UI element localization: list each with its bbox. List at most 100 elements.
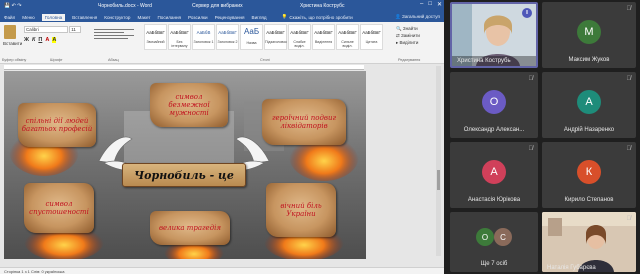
participant-name: Наталія Губарєва (547, 265, 596, 271)
tab-home[interactable]: Головна (41, 13, 66, 21)
status-bar: Сторінка 1 з 1 Слів: 0 українська (0, 267, 444, 274)
tab-mailings[interactable]: Розсилки (188, 15, 208, 20)
ribbon-home: Вставити Calibri 11 Ж К П A A АаБбВвГ Зв… (0, 22, 444, 64)
bold-button[interactable]: Ж (24, 37, 29, 43)
mic-off-icon: 🎙̸ (528, 76, 534, 82)
editing-group: 🔍 Знайти ⇄ Замінити ▸ Виділити (396, 25, 420, 46)
mic-off-icon: 🎙̸ (528, 146, 534, 152)
participant-name: Максим Жуков (568, 57, 610, 63)
tell-me-label: Скажіть, що потрібно зробити (289, 14, 353, 20)
document-page[interactable]: спільні дії людей багатьох професій симво… (4, 71, 366, 259)
tab-review[interactable]: Рецензування (215, 15, 245, 20)
font-color-button[interactable]: A (45, 37, 49, 43)
tab-view[interactable]: Вигляд (252, 15, 267, 20)
style-heading-1[interactable]: АаБбВ Заголовок 1 (192, 24, 215, 50)
highlight-button[interactable]: A (52, 37, 57, 43)
screen: 💾 ↶ ↷ Чорнобиль.docx - Word Сервер для в… (0, 0, 640, 274)
more-participants-label: Ще 7 осіб (480, 261, 508, 267)
participant-name: Кирило Степанов (564, 197, 614, 203)
tab-references[interactable]: Посилання (158, 15, 182, 20)
participant-tile-maksym[interactable]: 🎙̸ М Максим Жуков (542, 2, 636, 68)
tell-me-search[interactable]: 💡 Скажіть, що потрібно зробити (282, 14, 353, 20)
avatar: О (476, 228, 494, 246)
style-no-spacing[interactable]: АаБбВвГ Без інтервалу (168, 24, 191, 50)
participant-tile-anastasiia[interactable]: 🎙̸ А Анастасія Юрікова (450, 142, 538, 208)
style-heading-2[interactable]: АаБбВвГ Заголовок 2 (216, 24, 239, 50)
scroll-eternal-pain: вічний біль України (266, 183, 336, 237)
mic-off-icon: 🎙̸ (626, 76, 632, 82)
avatar: А (577, 90, 601, 114)
participant-video (542, 212, 636, 272)
mic-off-icon: 🎙̸ (626, 146, 632, 152)
font-size-select[interactable]: 11 (69, 26, 82, 33)
participant-name: Христина Кострубь (452, 56, 536, 66)
italic-button[interactable]: К (32, 37, 35, 43)
document-area: спільні дії людей багатьох професій симво… (0, 64, 444, 274)
vertical-scrollbar[interactable] (436, 66, 441, 256)
select-button[interactable]: ▸ Виділити (396, 39, 420, 46)
user-name[interactable]: Христина Кострубс (300, 3, 345, 9)
scroll-liquidators: героїчний подвиг ліквідаторів (262, 99, 346, 145)
find-button[interactable]: 🔍 Знайти (396, 25, 420, 32)
lightbulb-icon: 💡 (281, 14, 288, 19)
ribbon-tabs: Файл Меню Головна Вставлення Конструктор… (0, 12, 444, 22)
scroll-joint-efforts: спільні дії людей багатьох професій (18, 103, 96, 147)
replace-button[interactable]: ⇄ Замінити (396, 32, 420, 39)
style-emphasis[interactable]: АаБбВвГ Виділення (312, 24, 335, 50)
title-banner: Чорнобиль - це (122, 163, 246, 187)
title-center-label: Сервер для вибраних (192, 3, 243, 9)
participants-grid: II Христина Кострубь 🎙̸ М Максим Жуков 🎙… (446, 0, 640, 274)
style-intense-emphasis[interactable]: АаБбВвГ Сильне виділ. (336, 24, 359, 50)
style-title[interactable]: АаБ Назва (240, 24, 263, 50)
tab-design[interactable]: Конструктор (104, 15, 130, 20)
participant-tile-nataliia[interactable]: 🎙̸ Наталія Губарєва (542, 212, 636, 272)
participant-tile-khrystyna[interactable]: II Христина Кострубь (450, 2, 538, 68)
avatar: С (494, 228, 512, 246)
avatar: А (482, 160, 506, 184)
paste-button[interactable]: Вставити (3, 25, 23, 49)
participant-name: Андрій Назаренко (563, 127, 615, 133)
style-normal[interactable]: АаБбВвГ Звичайний (144, 24, 167, 50)
tab-insert[interactable]: Вставлення (72, 15, 97, 20)
mic-off-icon: 🎙̸ (626, 6, 632, 12)
clipboard-icon (4, 25, 16, 39)
share-button[interactable]: 👤 Загальний доступ (395, 14, 440, 20)
scroll-devastation: символ спустошеності (24, 183, 94, 233)
speaking-mic-icon: II (522, 8, 532, 18)
avatar: К (577, 160, 601, 184)
person-icon: 👤 (395, 14, 401, 19)
quick-access-icons[interactable]: 💾 ↶ ↷ (4, 3, 21, 9)
horizontal-ruler[interactable] (4, 65, 364, 70)
mic-off-icon: 🎙̸ (626, 216, 632, 222)
style-quote[interactable]: АаБбВвГ Цитата (360, 24, 383, 50)
participant-name: Олександр Алексан... (463, 127, 525, 133)
scrollbar-thumb[interactable] (437, 170, 440, 190)
participant-tile-oleksandr[interactable]: 🎙̸ О Олександр Алексан... (450, 72, 538, 138)
style-subtitle[interactable]: АаБбВвГ Підзаголовок (264, 24, 287, 50)
style-subtle-emphasis[interactable]: АаБбВвГ Слабке виділ. (288, 24, 311, 50)
window-controls: – □ ✕ (420, 1, 442, 8)
avatar: М (577, 20, 601, 44)
tab-layout[interactable]: Макет (137, 15, 150, 20)
close-icon[interactable]: ✕ (437, 1, 442, 8)
participant-name: Анастасія Юрікова (467, 197, 521, 203)
share-label: Загальний доступ (402, 14, 440, 19)
paste-label: Вставити (3, 41, 23, 46)
paragraph-group[interactable] (94, 27, 142, 47)
scroll-courage: символ безмежної мужності (150, 83, 228, 127)
avatar: О (482, 90, 506, 114)
participant-tile-kyrylo[interactable]: 🎙̸ К Кирило Степанов (542, 142, 636, 208)
participant-tile-andrii[interactable]: 🎙̸ А Андрій Назаренко (542, 72, 636, 138)
font-name-select[interactable]: Calibri (24, 26, 68, 33)
minimize-icon[interactable]: – (420, 1, 423, 8)
word-titlebar: 💾 ↶ ↷ Чорнобиль.docx - Word Сервер для в… (0, 0, 444, 12)
styles-gallery: АаБбВвГ Звичайний АаБбВвГ Без інтервалу Аа… (144, 24, 383, 50)
more-participants-tile[interactable]: О С Ще 7 осіб (450, 212, 538, 272)
tab-file[interactable]: Файл (4, 15, 15, 20)
underline-button[interactable]: П (38, 37, 42, 43)
scroll-tragedy: велика трагедія (150, 211, 230, 245)
tab-menu[interactable]: Меню (22, 15, 34, 20)
status-text: Сторінка 1 з 1 Слів: 0 українська (4, 269, 65, 274)
maximize-icon[interactable]: □ (428, 1, 432, 8)
document-title: Чорнобиль.docx - Word (98, 3, 152, 9)
